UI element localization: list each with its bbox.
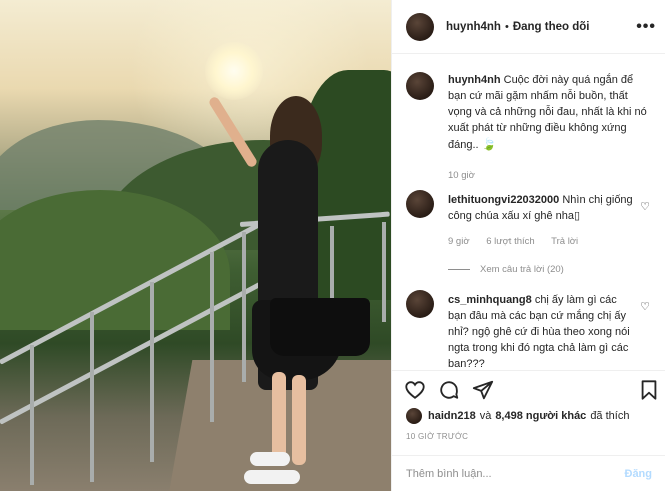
post-side-panel: huynh4nh • Đang theo dõi ••• huynh4nh Cu… [391, 0, 665, 491]
following-button[interactable]: Đang theo dõi [513, 21, 590, 33]
comment-icon[interactable] [438, 379, 460, 401]
caption: huynh4nh Cuộc đời này quá ngắn để bạn cứ… [406, 72, 658, 190]
comment-likes[interactable]: 6 lượt thích [486, 236, 535, 247]
likes-summary: haidn218 và 8,498 người khác đã thích [406, 406, 665, 426]
avatar[interactable] [406, 72, 434, 100]
comment-item: cs_minhquang8 chị ấy làm gì các bạn đâu … [406, 290, 658, 367]
leaf-icon: 🍃 [481, 137, 497, 151]
avatar[interactable] [406, 190, 434, 218]
comment-text: lethituongvi22032000 Nhìn chị giống công… [448, 192, 634, 224]
like-comment-heart-icon[interactable]: ♡ [640, 200, 650, 213]
railing-post [210, 252, 214, 422]
comment-item: lethituongvi22032000 Nhìn chị giống công… [406, 190, 658, 290]
view-replies-link[interactable]: Xem câu trả lời (20) [448, 264, 564, 275]
view-replies-label: Xem câu trả lời (20) [480, 264, 564, 275]
add-comment-bar: Đăng [392, 455, 665, 491]
avatar[interactable] [406, 12, 434, 41]
comment-meta: 9 giờ 6 lượt thích Trả lời [448, 236, 592, 247]
railing-post [30, 345, 34, 485]
comments-list[interactable]: huynh4nh Cuộc đời này quá ngắn để bạn cứ… [392, 62, 665, 367]
header-username[interactable]: huynh4nh [446, 21, 501, 33]
railing-post [382, 222, 386, 322]
caption-username[interactable]: huynh4nh [448, 74, 501, 86]
caption-text: huynh4nh Cuộc đời này quá ngắn để bạn cứ… [448, 72, 654, 153]
sun [205, 42, 263, 100]
comment-input[interactable] [406, 467, 625, 480]
reply-button[interactable]: Trả lời [551, 236, 578, 247]
sneaker [250, 452, 290, 466]
separator-dot: • [504, 20, 509, 33]
railing-post [150, 282, 154, 462]
heart-icon[interactable] [404, 379, 426, 401]
bookmark-icon[interactable] [638, 379, 660, 401]
more-options-icon[interactable]: ••• [636, 18, 656, 36]
likes-suffix: đã thích [590, 410, 630, 422]
post-photo[interactable] [0, 0, 391, 491]
liker-username[interactable]: haidn218 [428, 410, 476, 422]
emoji-placeholder: ▯ [573, 210, 581, 222]
railing-post [90, 312, 94, 482]
share-icon[interactable] [472, 379, 494, 401]
handbag [270, 298, 370, 356]
comment-username[interactable]: lethituongvi22032000 [448, 194, 559, 206]
comment-username[interactable]: cs_minhquang8 [448, 294, 532, 306]
likes-others[interactable]: 8,498 người khác [495, 410, 586, 422]
post-button[interactable]: Đăng [625, 468, 653, 480]
caption-meta: 10 giờ [448, 170, 489, 181]
avatar[interactable] [406, 290, 434, 318]
post-header: huynh4nh • Đang theo dõi ••• [392, 0, 665, 54]
leg [272, 372, 286, 462]
railing-post [242, 232, 246, 382]
comment-time: 9 giờ [448, 236, 470, 247]
avatar[interactable] [406, 408, 422, 424]
leg [292, 375, 306, 465]
divider-line [448, 269, 470, 270]
action-bar [392, 370, 665, 406]
sneaker [244, 470, 300, 484]
likes-conjunction: và [479, 410, 492, 422]
caption-time: 10 giờ [448, 170, 475, 181]
comment-text: cs_minhquang8 chị ấy làm gì các bạn đâu … [448, 292, 634, 367]
like-comment-heart-icon[interactable]: ♡ [640, 300, 650, 313]
post-timestamp: 10 GIỜ TRƯỚC [406, 432, 469, 441]
